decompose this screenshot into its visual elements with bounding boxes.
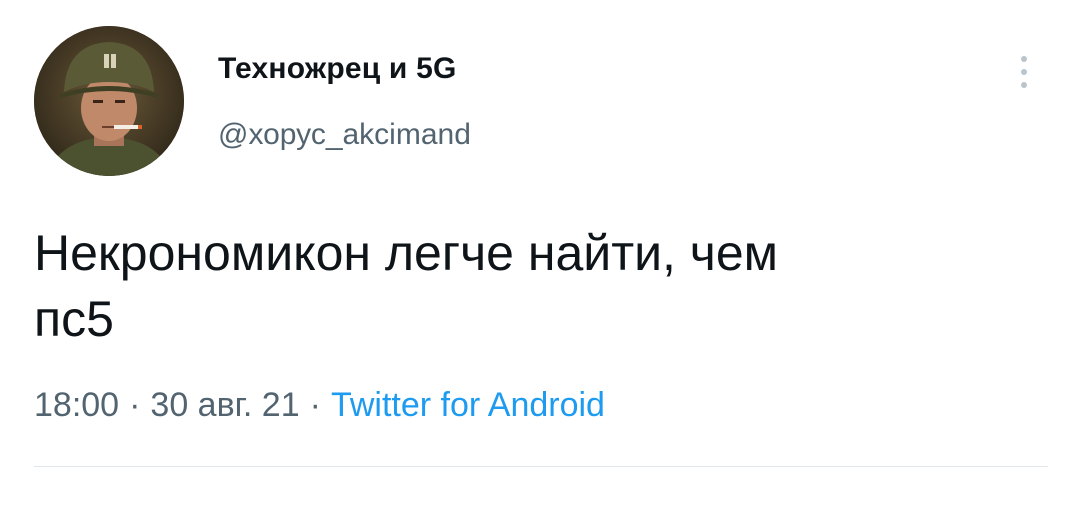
menu-dot [1021, 82, 1027, 88]
avatar-image [34, 26, 184, 176]
author-display-name[interactable]: Техножрец и 5G [218, 52, 457, 86]
tweet-time[interactable]: 18:00 [34, 386, 119, 424]
divider [34, 466, 1048, 467]
tweet-date[interactable]: 30 авг. 21 [150, 386, 299, 424]
author-handle[interactable]: @хорус_akcimand [218, 118, 471, 152]
tweet-card: Техножрец и 5G @хорус_akcimand Некрономи… [0, 0, 1080, 510]
tweet-text: Некрономикон легче найти, чем пс5 [34, 225, 779, 347]
more-vertical-icon[interactable] [1010, 52, 1038, 92]
menu-dot [1021, 56, 1027, 62]
avatar[interactable] [34, 26, 184, 176]
tweet-source-link[interactable]: Twitter for Android [331, 386, 605, 424]
meta-separator: · [309, 386, 321, 424]
meta-separator: · [129, 386, 141, 424]
tweet-meta: 18:00 · 30 авг. 21 · Twitter for Android [34, 386, 605, 425]
menu-dot [1021, 69, 1027, 75]
